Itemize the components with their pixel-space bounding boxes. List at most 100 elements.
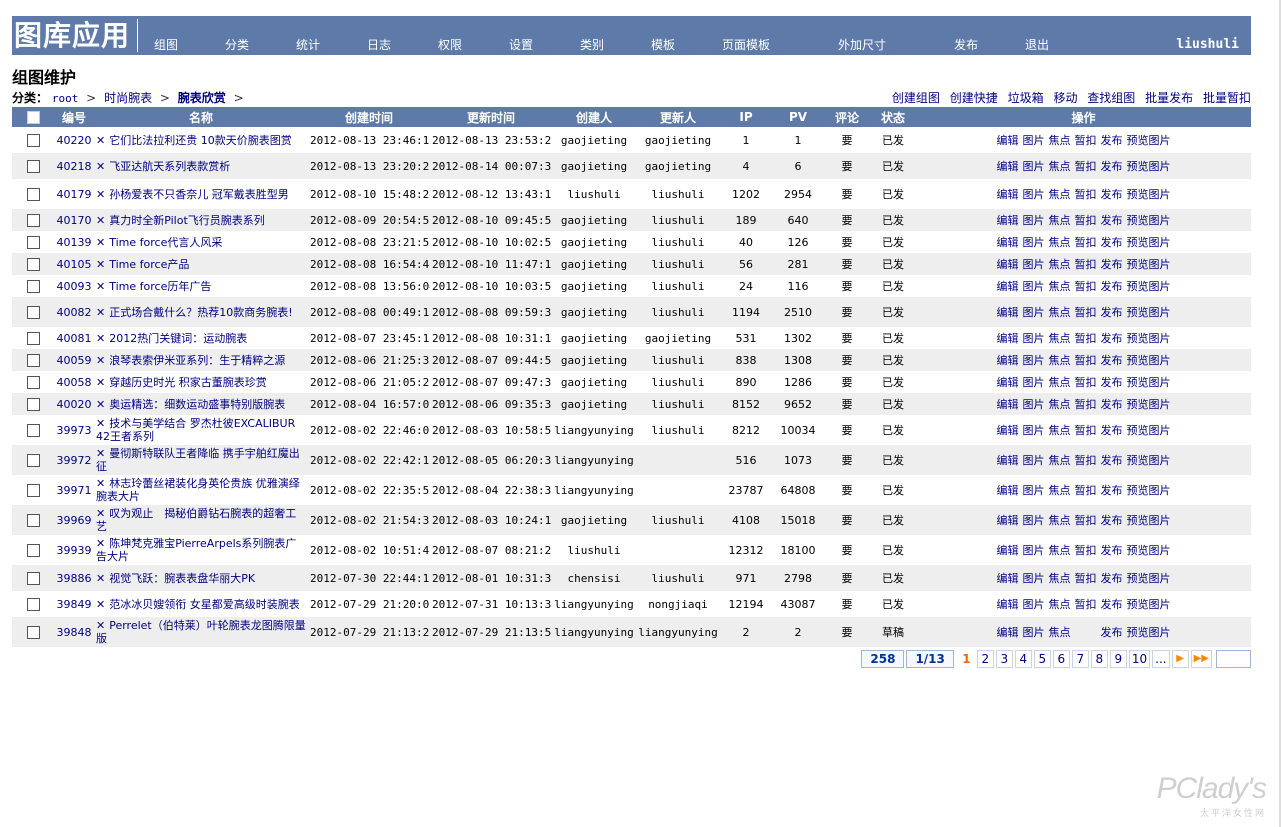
- row-checkbox[interactable]: [26, 453, 40, 467]
- images-link[interactable]: 图片: [1023, 626, 1045, 639]
- delete-x-icon[interactable]: ✕: [96, 214, 105, 227]
- row-checkbox[interactable]: [26, 543, 40, 557]
- row-name-link[interactable]: Time force产品: [109, 258, 189, 271]
- row-name-link[interactable]: 林志玲蕾丝裙装化身英伦贵族 优雅演绎腕表大片: [96, 477, 300, 503]
- delete-x-icon[interactable]: ✕: [96, 398, 105, 411]
- publish-link[interactable]: 发布: [1101, 306, 1123, 319]
- preview-images-link[interactable]: 预览图片: [1127, 544, 1171, 557]
- row-name-link[interactable]: 正式场合戴什么？热荐10款商务腕表!: [109, 306, 292, 319]
- focus-link[interactable]: 焦点: [1049, 306, 1071, 319]
- delete-x-icon[interactable]: ✕: [96, 447, 105, 460]
- row-name-link[interactable]: Time force代言人风采: [109, 236, 222, 249]
- edit-link[interactable]: 编辑: [997, 280, 1019, 293]
- find-group-link[interactable]: 查找组图: [1087, 91, 1135, 105]
- focus-link[interactable]: 焦点: [1049, 280, 1071, 293]
- edit-link[interactable]: 编辑: [997, 484, 1019, 497]
- row-name-link[interactable]: 视觉飞跃：腕表表盘华丽大PK: [109, 572, 255, 585]
- publish-link[interactable]: 发布: [1101, 626, 1123, 639]
- row-select[interactable]: [12, 275, 54, 297]
- row-select[interactable]: [12, 535, 54, 565]
- row-id-link[interactable]: 40218: [57, 160, 92, 173]
- focus-link[interactable]: 焦点: [1049, 544, 1071, 557]
- row-name-link[interactable]: 真力时全新Pilot飞行员腕表系列: [109, 214, 265, 227]
- nav-item-publish[interactable]: 发布: [954, 38, 978, 52]
- row-name-link[interactable]: 孙杨爱表不只香奈儿 冠军戴表胜型男: [109, 188, 289, 201]
- focus-link[interactable]: 焦点: [1049, 134, 1071, 147]
- images-link[interactable]: 图片: [1023, 424, 1045, 437]
- page-link-9[interactable]: 9: [1109, 650, 1127, 668]
- publish-link[interactable]: 发布: [1101, 280, 1123, 293]
- suspend-link[interactable]: 暂扣: [1075, 214, 1097, 227]
- trash-link[interactable]: 垃圾箱: [1008, 91, 1044, 105]
- delete-x-icon[interactable]: ✕: [96, 258, 105, 271]
- suspend-link[interactable]: 暂扣: [1075, 598, 1097, 611]
- create-shortcut-link[interactable]: 创建快捷: [950, 91, 998, 105]
- row-select[interactable]: [12, 505, 54, 535]
- batch-publish-link[interactable]: 批量发布: [1145, 91, 1193, 105]
- delete-x-icon[interactable]: ✕: [96, 332, 105, 345]
- nav-item-logout[interactable]: 退出: [1025, 38, 1049, 52]
- delete-x-icon[interactable]: ✕: [96, 537, 105, 550]
- edit-link[interactable]: 编辑: [997, 354, 1019, 367]
- row-checkbox[interactable]: [26, 213, 40, 227]
- images-link[interactable]: 图片: [1023, 514, 1045, 527]
- preview-images-link[interactable]: 预览图片: [1127, 258, 1171, 271]
- edit-link[interactable]: 编辑: [997, 134, 1019, 147]
- publish-link[interactable]: 发布: [1101, 514, 1123, 527]
- row-checkbox[interactable]: [26, 257, 40, 271]
- row-checkbox[interactable]: [26, 159, 40, 173]
- preview-images-link[interactable]: 预览图片: [1127, 332, 1171, 345]
- preview-images-link[interactable]: 预览图片: [1127, 598, 1171, 611]
- nav-item-permissions[interactable]: 权限: [438, 38, 462, 52]
- row-checkbox[interactable]: [26, 353, 40, 367]
- images-link[interactable]: 图片: [1023, 332, 1045, 345]
- delete-x-icon[interactable]: ✕: [96, 188, 105, 201]
- images-link[interactable]: 图片: [1023, 398, 1045, 411]
- page-link-5[interactable]: 5: [1033, 650, 1051, 668]
- row-select[interactable]: [12, 179, 54, 209]
- row-checkbox[interactable]: [26, 187, 40, 201]
- row-select[interactable]: [12, 393, 54, 415]
- focus-link[interactable]: 焦点: [1049, 484, 1071, 497]
- edit-link[interactable]: 编辑: [997, 160, 1019, 173]
- focus-link[interactable]: 焦点: [1049, 514, 1071, 527]
- row-id-link[interactable]: 39971: [57, 484, 92, 497]
- images-link[interactable]: 图片: [1023, 258, 1045, 271]
- breadcrumb-watch-appreciation[interactable]: 腕表欣赏: [178, 91, 226, 105]
- row-id-link[interactable]: 39973: [57, 424, 92, 437]
- delete-x-icon[interactable]: ✕: [96, 376, 105, 389]
- row-select[interactable]: [12, 127, 54, 153]
- move-link[interactable]: 移动: [1053, 91, 1077, 105]
- nav-item-stats[interactable]: 统计: [296, 38, 320, 52]
- row-id-link[interactable]: 39849: [57, 598, 92, 611]
- preview-images-link[interactable]: 预览图片: [1127, 484, 1171, 497]
- publish-link[interactable]: 发布: [1101, 376, 1123, 389]
- images-link[interactable]: 图片: [1023, 214, 1045, 227]
- page-link-8[interactable]: 8: [1090, 650, 1108, 668]
- row-checkbox[interactable]: [26, 305, 40, 319]
- row-id-link[interactable]: 40081: [57, 332, 92, 345]
- row-id-link[interactable]: 40179: [57, 188, 92, 201]
- create-group-link[interactable]: 创建组图: [892, 91, 940, 105]
- images-link[interactable]: 图片: [1023, 306, 1045, 319]
- publish-link[interactable]: 发布: [1101, 544, 1123, 557]
- breadcrumb-fashion-watches[interactable]: 时尚腕表: [104, 91, 152, 105]
- focus-link[interactable]: 焦点: [1049, 214, 1071, 227]
- delete-x-icon[interactable]: ✕: [96, 417, 105, 430]
- images-link[interactable]: 图片: [1023, 572, 1045, 585]
- images-link[interactable]: 图片: [1023, 454, 1045, 467]
- select-all-checkbox[interactable]: [26, 111, 40, 124]
- publish-link[interactable]: 发布: [1101, 424, 1123, 437]
- row-id-link[interactable]: 40058: [57, 376, 92, 389]
- focus-link[interactable]: 焦点: [1049, 160, 1071, 173]
- edit-link[interactable]: 编辑: [997, 332, 1019, 345]
- row-checkbox[interactable]: [26, 331, 40, 345]
- delete-x-icon[interactable]: ✕: [96, 160, 105, 173]
- delete-x-icon[interactable]: ✕: [96, 236, 105, 249]
- suspend-link[interactable]: 暂扣: [1075, 258, 1097, 271]
- suspend-link[interactable]: 暂扣: [1075, 280, 1097, 293]
- publish-link[interactable]: 发布: [1101, 484, 1123, 497]
- page-link-1[interactable]: 1: [957, 650, 975, 668]
- focus-link[interactable]: 焦点: [1049, 258, 1071, 271]
- preview-images-link[interactable]: 预览图片: [1127, 454, 1171, 467]
